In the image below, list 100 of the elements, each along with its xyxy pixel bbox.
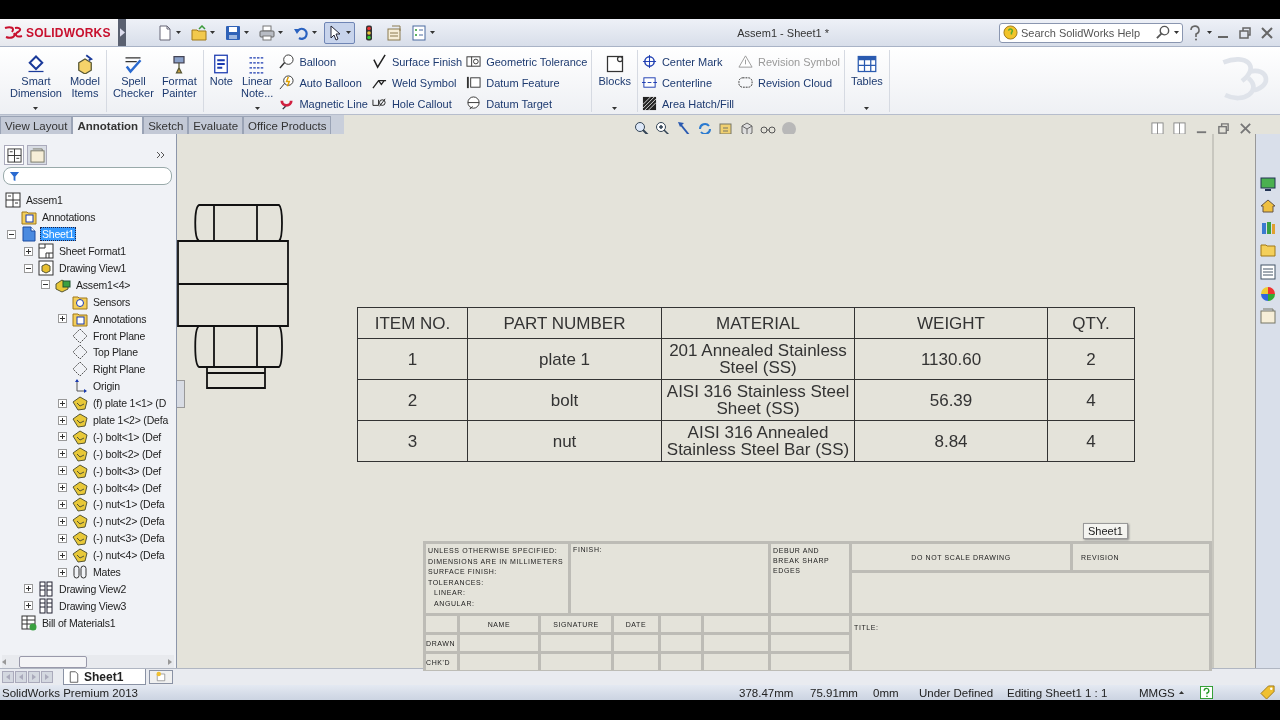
expand-icon[interactable]: [58, 432, 67, 442]
tree-item[interactable]: Drawing View1: [57, 261, 129, 275]
home-icon[interactable]: [1260, 198, 1276, 214]
expand-icon[interactable]: [58, 415, 67, 425]
expand-icon[interactable]: [24, 584, 33, 594]
tree-item[interactable]: Bill of Materials1: [40, 615, 118, 630]
tree-item[interactable]: (-) nut<1> (Defa: [91, 497, 167, 512]
tool-button[interactable]: Auto Balloon: [279, 75, 368, 90]
split-view-icon[interactable]: [1173, 122, 1186, 135]
help-icon[interactable]: [1187, 24, 1203, 41]
split-view-icon[interactable]: [1151, 122, 1164, 135]
caret-icon[interactable]: [612, 107, 618, 110]
restore-icon[interactable]: [1217, 122, 1230, 135]
tool-button[interactable]: Linear Note...: [238, 50, 276, 112]
tree-item[interactable]: Annotations: [40, 210, 98, 225]
chevron-icon[interactable]: [156, 151, 166, 159]
expand-icon[interactable]: [24, 246, 33, 256]
tool-button[interactable]: Surface Finish: [371, 54, 463, 69]
search-field[interactable]: Search SolidWorks Help: [999, 22, 1183, 43]
close-icon[interactable]: [1260, 25, 1274, 40]
caret-icon[interactable]: [1174, 31, 1179, 34]
tool-button[interactable]: Weld Symbol: [371, 75, 463, 90]
filter-field[interactable]: [3, 167, 172, 185]
close-icon[interactable]: [1239, 122, 1252, 135]
expand-icon[interactable]: [58, 550, 67, 560]
ribbon-tab[interactable]: Sketch: [143, 116, 189, 134]
tree-item[interactable]: Drawing View2: [57, 581, 129, 596]
feature-tree-tab[interactable]: [4, 145, 24, 165]
tool-button[interactable]: Spell Checker: [110, 50, 156, 112]
collapse-icon[interactable]: [41, 280, 50, 290]
expand-icon[interactable]: [24, 601, 33, 611]
ribbon-tab[interactable]: Office Products: [243, 116, 332, 134]
library-icon[interactable]: [1260, 220, 1276, 236]
tool-button[interactable]: Blocks: [596, 50, 633, 112]
tree-item[interactable]: Origin: [91, 379, 122, 394]
ribbon-tab[interactable]: Evaluate: [188, 116, 244, 134]
expand-icon[interactable]: [58, 499, 67, 509]
panel-handle[interactable]: [177, 380, 185, 408]
caret-icon[interactable]: [864, 107, 870, 110]
sheet-tab[interactable]: Sheet1: [63, 669, 147, 685]
list-icon[interactable]: [1260, 264, 1276, 280]
tool-button[interactable]: Geometric Tolerance: [466, 54, 588, 69]
tree-item[interactable]: (-) bolt<2> (Def: [91, 446, 163, 461]
ribbon-tab[interactable]: View Layout: [0, 116, 73, 134]
tree-item[interactable]: Right Plane: [91, 362, 148, 377]
tree-item[interactable]: Assem1<4>: [74, 277, 133, 292]
tree-item[interactable]: (-) nut<2> (Defa: [91, 514, 167, 529]
tree-item[interactable]: (-) nut<4> (Defa: [91, 548, 167, 563]
tool-button[interactable]: Centerline: [641, 75, 735, 90]
tree-item[interactable]: (-) bolt<3> (Def: [91, 463, 163, 478]
caret-icon[interactable]: [254, 107, 260, 110]
tool-button[interactable]: Datum Feature: [466, 75, 588, 90]
tree-item[interactable]: (f) plate 1<1> (D: [91, 396, 169, 411]
expand-icon[interactable]: [58, 449, 67, 459]
caret-icon[interactable]: [1179, 691, 1184, 694]
tree-item[interactable]: Assem1: [24, 193, 65, 208]
expand-icon[interactable]: [58, 567, 67, 577]
ribbon-tab[interactable]: Annotation: [72, 116, 144, 134]
expand-icon[interactable]: [58, 483, 67, 493]
search-icon[interactable]: [1156, 25, 1171, 40]
search-input[interactable]: Search SolidWorks Help: [1021, 26, 1153, 39]
tree-item[interactable]: Annotations: [91, 311, 149, 326]
add-sheet-icon[interactable]: [149, 670, 174, 684]
tree-item[interactable]: Front Plane: [91, 328, 148, 343]
units-text[interactable]: MMGS: [1139, 686, 1179, 699]
tool-button[interactable]: Magnetic Line: [279, 96, 368, 111]
tree-item[interactable]: Sensors: [91, 294, 133, 309]
tool-button[interactable]: Balloon: [279, 54, 368, 69]
collapse-icon[interactable]: [7, 229, 16, 239]
tool-button[interactable]: Area Hatch/Fill: [641, 96, 735, 111]
tool-button[interactable]: Datum Target: [466, 96, 588, 111]
monitor-icon[interactable]: [1260, 176, 1276, 192]
collapse-icon[interactable]: [24, 263, 33, 273]
tree-item[interactable]: (-) bolt<1> (Def: [91, 429, 163, 444]
tree-item[interactable]: Drawing View3: [57, 598, 129, 613]
restore-icon[interactable]: [1238, 25, 1252, 40]
tree-item[interactable]: Sheet Format1: [57, 244, 128, 259]
pointer-icon[interactable]: [324, 21, 355, 44]
properties-icon[interactable]: [1260, 308, 1276, 324]
tool-button[interactable]: Note: [207, 50, 235, 112]
help-bubble-icon[interactable]: [1003, 25, 1018, 40]
tool-button[interactable]: Smart Dimension: [8, 50, 64, 112]
tool-button[interactable]: Center Mark: [641, 54, 735, 69]
tool-button[interactable]: Tables: [848, 50, 885, 112]
refresh-icon[interactable]: [697, 120, 713, 137]
tree-item[interactable]: plate 1<2> (Defa: [91, 413, 171, 427]
zoom-icon[interactable]: [634, 120, 650, 137]
caret-icon[interactable]: [33, 107, 39, 110]
tool-button[interactable]: Model Items: [67, 50, 102, 112]
help-icon[interactable]: [1200, 686, 1213, 699]
tool-button[interactable]: Revision Cloud: [738, 75, 840, 90]
tree-item[interactable]: (-) nut<3> (Defa: [91, 531, 167, 546]
tool-button[interactable]: Hole Callout: [371, 96, 463, 111]
expand-icon[interactable]: [58, 516, 67, 526]
tool-button[interactable]: Format Painter: [159, 50, 199, 112]
tree-item[interactable]: Top Plane: [91, 345, 140, 360]
expand-icon[interactable]: [58, 398, 67, 408]
expand-icon[interactable]: [58, 466, 67, 476]
tree-item[interactable]: (-) bolt<4> (Def: [91, 480, 163, 495]
expand-icon[interactable]: [58, 533, 67, 543]
